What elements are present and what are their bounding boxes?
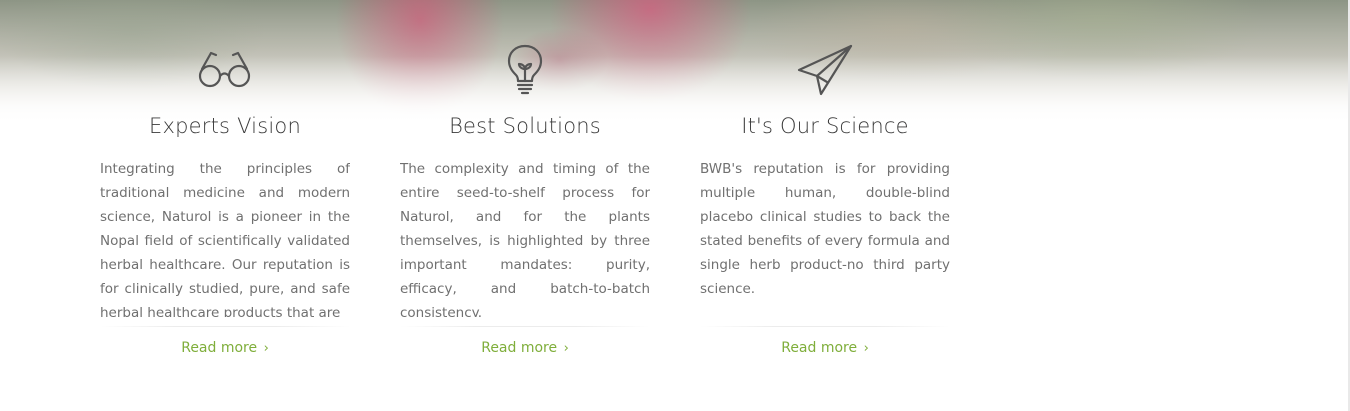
feature-description: Integrating the principles of traditiona…	[100, 161, 350, 317]
chevron-right-icon: ›	[263, 341, 269, 356]
feature-title: Best Solutions	[449, 114, 601, 138]
read-more-link[interactable]: Read more ›	[100, 340, 350, 356]
paper-plane-icon	[795, 40, 855, 100]
feature-title: Experts Vision	[149, 114, 301, 138]
read-more-label: Read more	[481, 340, 558, 356]
feature-title: It's Our Science	[741, 114, 909, 138]
feature-description: BWB's reputation is for providing multip…	[700, 161, 950, 297]
read-more-label: Read more	[781, 340, 858, 356]
feature-divider	[100, 326, 350, 327]
glasses-icon	[195, 40, 255, 100]
page: Experts Vision Integrating the principle…	[0, 0, 1350, 411]
chevron-right-icon: ›	[863, 341, 869, 356]
feature-description: The complexity and timing of the entire …	[400, 161, 650, 317]
feature-divider	[700, 326, 950, 327]
read-more-link[interactable]: Read more ›	[400, 340, 650, 356]
feature-divider	[400, 326, 650, 327]
lightbulb-icon	[495, 40, 555, 100]
read-more-link[interactable]: Read more ›	[700, 340, 950, 356]
chevron-right-icon: ›	[563, 341, 569, 356]
read-more-label: Read more	[181, 340, 258, 356]
